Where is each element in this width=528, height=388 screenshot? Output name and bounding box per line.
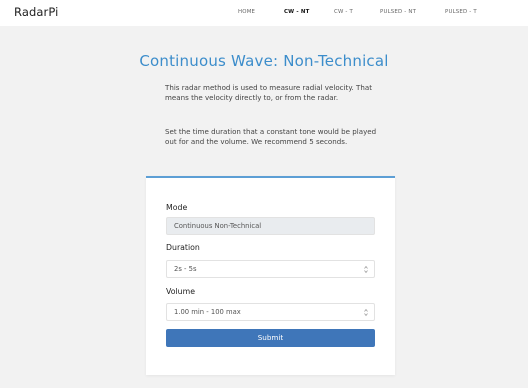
spinner-arrows-icon[interactable] xyxy=(364,265,368,274)
volume-value: 1.00 min - 100 max xyxy=(174,308,241,316)
volume-input[interactable]: 1.00 min - 100 max xyxy=(166,303,375,321)
nav-link-pulsed-nt[interactable]: PULSED - NT xyxy=(380,9,416,15)
instructions-paragraph: Set the time duration that a constant to… xyxy=(165,127,377,147)
duration-select[interactable]: 2s - 5s xyxy=(166,260,375,278)
duration-value: 2s - 5s xyxy=(174,265,197,273)
volume-label: Volume xyxy=(166,287,195,296)
submit-button[interactable]: Submit xyxy=(166,329,375,347)
settings-form-card: Mode Continuous Non-Technical Duration 2… xyxy=(146,176,395,375)
nav-link-home[interactable]: HOME xyxy=(238,9,255,15)
spinner-arrows-icon[interactable] xyxy=(364,308,368,317)
mode-label: Mode xyxy=(166,203,188,212)
nav-link-cw-nt[interactable]: CW - NT xyxy=(284,9,309,15)
navbar: RadarPi HOME CW - NT CW - T PULSED - NT … xyxy=(0,0,528,26)
page-title: Continuous Wave: Non-Technical xyxy=(139,52,389,70)
nav-link-pulsed-t[interactable]: PULSED - T xyxy=(445,9,477,15)
intro-paragraph: This radar method is used to measure rad… xyxy=(165,83,372,103)
mode-value: Continuous Non-Technical xyxy=(174,222,262,230)
nav-link-cw-t[interactable]: CW - T xyxy=(334,9,353,15)
brand-logo[interactable]: RadarPi xyxy=(14,5,58,19)
duration-label: Duration xyxy=(166,243,200,252)
mode-field: Continuous Non-Technical xyxy=(166,217,375,235)
